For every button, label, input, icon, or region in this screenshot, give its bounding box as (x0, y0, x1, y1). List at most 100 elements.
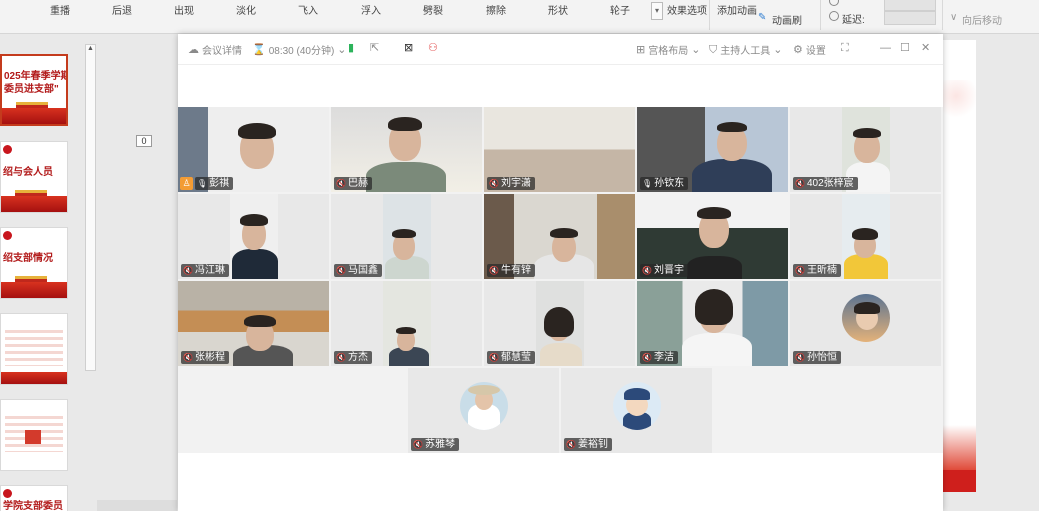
muted-microphone-icon: 🔇 (642, 266, 652, 275)
slide-thumbnail[interactable] (0, 313, 68, 385)
network-signal[interactable]: ▮ (348, 42, 354, 54)
participant-name: 张彬程 (194, 352, 225, 363)
slide-thumbnail[interactable]: 绍支部情况 (0, 227, 68, 299)
animation-painter-button[interactable]: 动画刷 (772, 12, 802, 27)
participant-hair (240, 214, 268, 226)
ribbon-shape[interactable]: 形状 (548, 2, 568, 17)
fullscreen-button[interactable]: ⛶ (841, 42, 849, 54)
slide-thumbnail[interactable]: 025年春季学期 委员进支部" (0, 54, 68, 126)
video-feed (383, 194, 431, 279)
slide-number-box: 0 (136, 135, 152, 147)
video-off-button[interactable]: ⚇ (428, 42, 438, 54)
participant-nameplate: 🔇 巴赫 (334, 177, 372, 190)
ribbon-separator (709, 0, 710, 30)
video-tile[interactable]: 🔇 402张梓宸 (790, 107, 941, 192)
participant-name: 冯江琳 (194, 265, 225, 276)
participant-avatar (842, 294, 890, 342)
ribbon-fly-in[interactable]: 飞入 (298, 2, 318, 17)
participant-nameplate: 🎙 孙钦东 (640, 177, 689, 190)
minimize-button[interactable]: — (880, 42, 891, 54)
video-tile[interactable]: ♙ 🎙 彭祺 (178, 107, 329, 192)
participant-nameplate: 🔇 402张梓宸 (793, 177, 858, 190)
chevron-down-icon: ⌄ (773, 43, 783, 56)
close-button[interactable]: ✕ (921, 42, 930, 54)
video-tile[interactable]: 🔇 牛有锌 (484, 194, 635, 279)
duration-input[interactable] (884, 0, 936, 11)
thumbnail-scrollbar[interactable]: ▲ (85, 44, 96, 371)
move-later-button[interactable]: 向后移动 (962, 12, 1002, 27)
video-feed (383, 281, 431, 366)
video-tile[interactable]: 🔇 张彬程 (178, 281, 329, 366)
hourglass-icon: ⌛ (252, 43, 266, 56)
participant-avatar (460, 382, 508, 430)
participant-hair (550, 228, 578, 238)
host-tools-label: 主持人工具 (720, 46, 771, 57)
maximize-button[interactable]: ☐ (900, 42, 910, 54)
grid-layout-button[interactable]: ⊞ 宫格布局 ⌄ (636, 42, 701, 58)
effect-options-button[interactable]: 效果选项 (667, 2, 707, 17)
ribbon-appear[interactable]: 出现 (174, 2, 194, 17)
meeting-timer[interactable]: ⌛ 08:30 (40分钟) ⌄ (252, 42, 347, 58)
muted-microphone-icon: 🔇 (489, 266, 499, 275)
slide-thumbnail[interactable]: 绍与会人员 (0, 141, 68, 213)
no-screenshare-button[interactable]: ⊠ (404, 42, 413, 54)
participant-name: 姜裕钊 (577, 439, 608, 450)
gallery-scroll-button[interactable]: ▾ (651, 2, 663, 20)
video-feed (536, 281, 584, 366)
ribbon-wipe[interactable]: 擦除 (486, 2, 506, 17)
thumbnail-title: 025年春季学期 委员进支部" (4, 71, 68, 95)
grid-icon: ⊞ (636, 43, 646, 56)
video-tile[interactable]: 🔇 方杰 (331, 281, 482, 366)
add-animation-button[interactable]: 添加动画 (717, 2, 757, 17)
video-tile[interactable]: 🔇 刘宇潇 (484, 107, 635, 192)
scroll-up-icon[interactable]: ▲ (87, 45, 94, 52)
ribbon-float-in[interactable]: 浮入 (361, 2, 381, 17)
ribbon-back[interactable]: 后退 (112, 2, 132, 17)
video-tile[interactable]: 🔇 郁慧莹 (484, 281, 635, 366)
meeting-details-button[interactable]: ☁ 会议详情 (188, 42, 242, 58)
fullscreen-icon: ⛶ (841, 42, 849, 54)
participant-body (687, 256, 742, 279)
participant-name: 牛有锌 (500, 265, 531, 276)
timer-label: 08:30 (40分钟) (268, 46, 335, 57)
video-grid: ♙ 🎙 彭祺 🔇 巴赫 🔇 刘宇潇 🎙 孙钦东 🔇 402张梓宸 🔇 冯江琳 🔇… (178, 107, 943, 453)
video-tile[interactable]: 🔇 苏雅琴 (408, 368, 559, 453)
muted-microphone-icon: 🔇 (489, 179, 499, 188)
settings-button[interactable]: ⚙ 设置 (793, 42, 826, 58)
video-tile[interactable]: 🔇 姜裕钊 (561, 368, 712, 453)
participant-name: 刘宇潇 (500, 178, 531, 189)
hat-icon (468, 385, 500, 395)
host-tools-button[interactable]: ⛉ 主持人工具 ⌄ (709, 42, 783, 58)
slide-thumbnail[interactable]: 学院支部委员 (0, 485, 68, 511)
ribbon-split[interactable]: 劈裂 (423, 2, 443, 17)
video-tile[interactable]: 🔇 巴赫 (331, 107, 482, 192)
participant-nameplate: 🔇 马国鑫 (334, 264, 382, 277)
video-feed (230, 194, 278, 279)
participant-hair (396, 327, 416, 334)
video-tile[interactable]: 🔇 王昕楠 (790, 194, 941, 279)
participant-nameplate: 🔇 方杰 (334, 351, 372, 364)
participant-nameplate: 🔇 冯江琳 (181, 264, 229, 277)
participant-nameplate: 🔇 刘晋宇 (640, 264, 688, 277)
delay-input[interactable] (884, 11, 936, 25)
ribbon-replay[interactable]: 重播 (50, 2, 70, 17)
muted-microphone-icon: 🔇 (795, 353, 805, 362)
red-band (1, 196, 67, 212)
participant-hair (854, 302, 880, 314)
ribbon-fade[interactable]: 淡化 (236, 2, 256, 17)
video-tile[interactable]: 🔇 孙怡恒 (790, 281, 941, 366)
workspace-background (976, 34, 1039, 511)
ribbon-wheel[interactable]: 轮子 (610, 2, 630, 17)
video-tile-speaking[interactable]: 🎙 孙钦东 (637, 107, 788, 192)
video-tile[interactable]: 🔇 李洁 (637, 281, 788, 366)
red-band (2, 108, 66, 124)
host-badge-icon: ♙ (180, 177, 193, 190)
muted-microphone-icon: 🔇 (566, 440, 576, 449)
participant-nameplate: 🔇 张彬程 (181, 351, 229, 364)
video-tile[interactable]: 🔇 刘晋宇 (637, 194, 788, 279)
chevron-down-icon: ⌄ (691, 43, 701, 56)
slide-thumbnail[interactable] (0, 399, 68, 471)
video-tile[interactable]: 🔇 冯江琳 (178, 194, 329, 279)
video-tile[interactable]: 🔇 马国鑫 (331, 194, 482, 279)
popout-button[interactable]: ⇱ (370, 42, 379, 54)
